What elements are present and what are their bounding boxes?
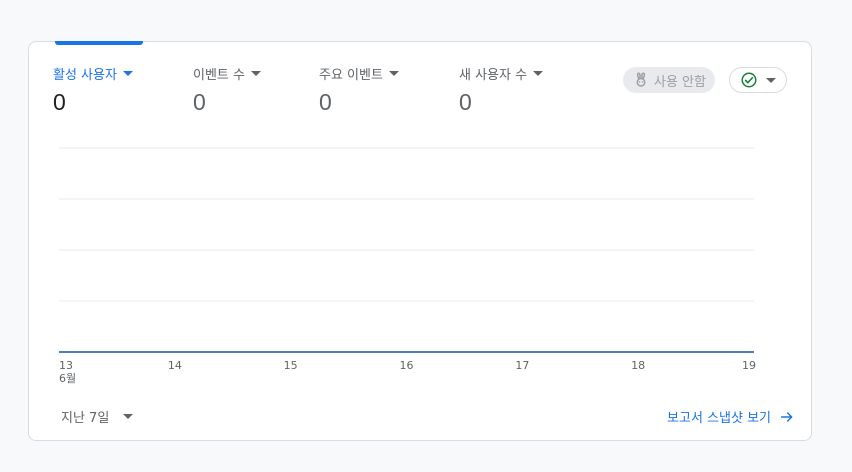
x-axis-ticks: 13 14 15 16 17 18 19 6월 — [59, 359, 756, 385]
no-use-chip: 사용 안함 — [623, 67, 715, 93]
metric-header[interactable]: 새 사용자 수 — [459, 64, 544, 83]
x-tick-label: 18 — [631, 359, 645, 372]
metric-active-users[interactable]: 활성 사용자 0 — [53, 64, 133, 116]
metric-new-users[interactable]: 새 사용자 수 0 — [459, 64, 544, 116]
x-tick-label: 14 — [168, 359, 182, 372]
chart-gridlines — [59, 147, 754, 302]
x-tick-label: 17 — [515, 359, 529, 372]
view-report-snapshot-link[interactable]: 보고서 스냅샷 보기 — [667, 407, 795, 426]
metric-key-events[interactable]: 주요 이벤트 0 — [319, 64, 399, 116]
caret-down-icon — [388, 71, 399, 76]
metric-event-count[interactable]: 이벤트 수 0 — [193, 64, 261, 116]
metric-value: 0 — [193, 89, 206, 115]
metric-header[interactable]: 이벤트 수 — [193, 64, 261, 83]
view-report-label: 보고서 스냅샷 보기 — [667, 411, 771, 426]
caret-down-icon — [533, 71, 544, 76]
metric-label: 새 사용자 수 — [459, 68, 528, 83]
metric-value: 0 — [459, 89, 472, 115]
x-tick-label: 13 — [59, 359, 73, 372]
check-circle-icon — [741, 72, 757, 88]
metric-label: 활성 사용자 — [53, 68, 117, 83]
caret-down-icon — [122, 71, 133, 76]
date-range-label: 지난 7일 — [61, 411, 110, 426]
caret-down-icon — [123, 414, 134, 419]
date-range-selector[interactable]: 지난 7일 — [61, 407, 134, 426]
comparison-status-button[interactable] — [729, 67, 787, 93]
x-tick-label: 15 — [284, 359, 298, 372]
line-chart: 13 14 15 16 17 18 19 6월 — [59, 147, 756, 385]
caret-down-icon — [766, 77, 776, 83]
metric-value: 0 — [53, 89, 66, 115]
metric-header[interactable]: 주요 이벤트 — [319, 64, 399, 83]
arrow-right-icon — [780, 411, 793, 422]
overview-card: 활성 사용자 0 이벤트 수 0 주요 이벤트 0 새 사용자 수 0 사용 안… — [28, 41, 812, 441]
metric-label: 주요 이벤트 — [319, 68, 383, 83]
metric-value: 0 — [319, 89, 332, 115]
caret-down-icon — [250, 71, 261, 76]
active-metric-indicator — [55, 41, 143, 45]
x-tick-label: 16 — [400, 359, 414, 372]
x-tick-label: 19 — [742, 359, 756, 372]
no-use-label: 사용 안함 — [654, 74, 706, 90]
x-month-label: 6월 — [59, 372, 76, 385]
metric-header[interactable]: 활성 사용자 — [53, 64, 133, 83]
bunny-icon — [636, 72, 646, 87]
metric-label: 이벤트 수 — [193, 68, 245, 83]
